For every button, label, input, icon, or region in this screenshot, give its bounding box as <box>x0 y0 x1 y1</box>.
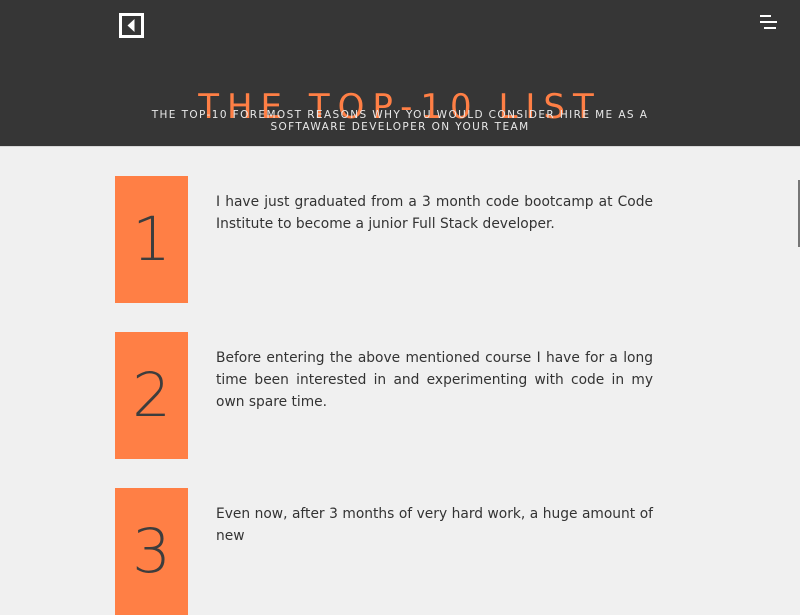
reason-number-1: 1 <box>115 176 188 303</box>
reason-text-1: I have just graduated from a 3 month cod… <box>216 193 653 232</box>
reason-text-2: Before entering the above mentioned cour… <box>216 349 653 410</box>
reasons-list: 1 I have just graduated from a 3 month c… <box>0 0 800 615</box>
reason-number-3: 3 <box>115 488 188 615</box>
reason-text-3: Even now, after 3 months of very hard wo… <box>216 505 653 544</box>
reason-number-2: 2 <box>115 332 188 459</box>
